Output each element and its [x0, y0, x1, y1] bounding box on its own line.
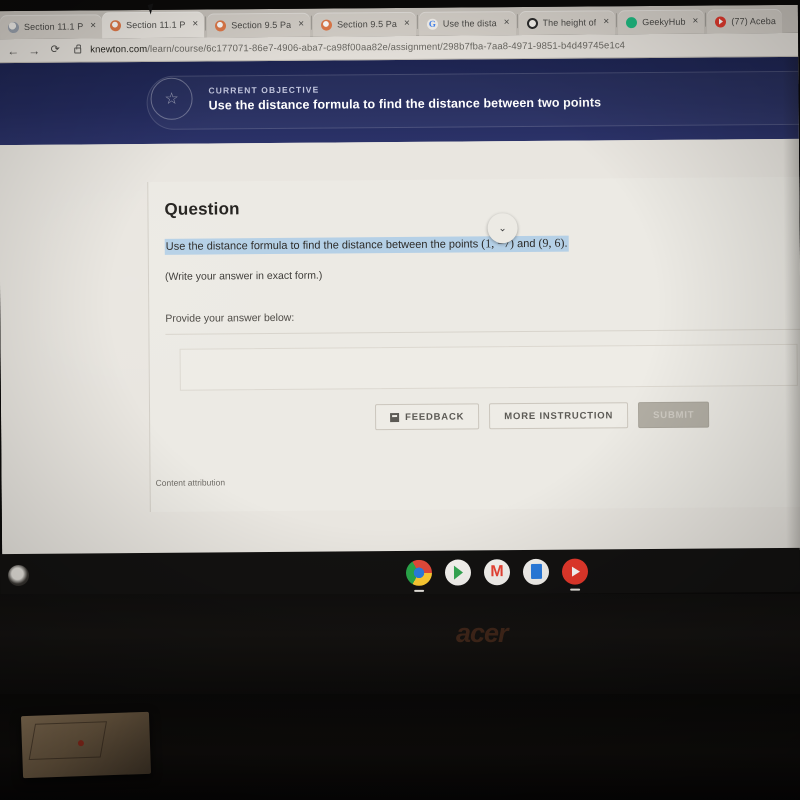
browser-tab-6[interactable]: The height of × [518, 10, 616, 36]
tab-close-icon[interactable]: × [192, 19, 198, 30]
tab-close-icon[interactable]: × [298, 19, 304, 30]
tab-label: The height of [542, 17, 597, 28]
feedback-button[interactable]: FEEDBACK [374, 403, 480, 431]
knewton-alt-favicon [215, 19, 227, 31]
browser-tab-5[interactable]: G Use the dista × [418, 11, 516, 36]
flag-icon [390, 412, 400, 422]
running-indicator [570, 588, 581, 591]
tab-close-icon[interactable]: × [692, 16, 698, 27]
desk-surface [0, 694, 800, 800]
brainly-favicon [526, 17, 538, 29]
tab-close-icon[interactable]: × [504, 17, 510, 28]
acer-brand-logo: acer [456, 618, 509, 648]
photo-of-laptop-screen: Section 11.1 P × Section 11.1 P × Sectio… [0, 0, 800, 800]
question-note: (Write your answer in exact form.) [164, 269, 323, 283]
tab-separator [205, 16, 207, 31]
browser-tab-1[interactable]: Section 11.1 P × [0, 14, 103, 40]
desk-object [20, 711, 152, 779]
tab-close-icon[interactable]: × [404, 18, 410, 29]
current-objective-banner: ☆ CURRENT OBJECTIVE Use the distance for… [0, 56, 800, 146]
objective-content: ☆ CURRENT OBJECTIVE Use the distance for… [150, 74, 601, 120]
star-in-circle-icon: ☆ [150, 77, 193, 120]
chevron-down-icon[interactable]: ⌄ [487, 213, 518, 244]
tab-separator [516, 14, 518, 29]
tab-label: Section 9.5 Pa [337, 19, 398, 30]
submit-button[interactable]: SUBMIT [638, 401, 710, 429]
answer-input[interactable] [179, 343, 798, 391]
laptop-bezel: acer [0, 594, 800, 694]
chrome-browser-window: Section 11.1 P × Section 11.1 P × Sectio… [0, 4, 800, 557]
tab-label: GeekyHub [642, 16, 686, 28]
google-favicon: G [426, 18, 438, 30]
gmail-icon[interactable]: M [483, 559, 511, 586]
desk-object-marking [77, 740, 85, 747]
url-host: knewton.com [90, 43, 148, 56]
question-text: Use the distance formula to find the dis… [164, 232, 800, 256]
browser-tab-3[interactable]: Section 9.5 Pa × [207, 12, 311, 38]
knewton-favicon [7, 21, 20, 33]
launcher-circle-icon[interactable] [7, 564, 30, 587]
tab-close-icon[interactable]: × [90, 20, 96, 31]
browser-tab-2-active[interactable]: Section 11.1 P × [102, 11, 205, 39]
geekyhub-favicon [626, 16, 638, 28]
feedback-button-label: FEEDBACK [405, 410, 465, 423]
tab-label: (77) Aceba [731, 16, 776, 27]
browser-tab-7[interactable]: GeekyHub × [618, 9, 705, 35]
address-bar[interactable]: knewton.com/learn/course/6c177071-86e7-4… [90, 40, 625, 55]
google-docs-icon[interactable] [522, 558, 550, 586]
browser-tab-4[interactable]: Section 9.5 Pa × [312, 11, 416, 37]
tab-label: Use the dista [442, 18, 497, 29]
content-attribution[interactable]: Content attribution [156, 477, 226, 488]
question-conjunction: and [513, 237, 539, 251]
question-period: . [564, 237, 568, 250]
tab-separator [705, 12, 707, 27]
answer-label: Provide your answer below: [165, 311, 295, 325]
tab-label: Section 9.5 Pa [231, 19, 292, 31]
content-area: Question Use the distance formula to fin… [0, 138, 800, 557]
objective-title: Use the distance formula to find the dis… [208, 94, 602, 112]
running-indicator [414, 589, 425, 592]
play-store-icon[interactable] [444, 559, 472, 586]
tab-label: Section 11.1 P [23, 21, 84, 32]
forward-button[interactable]: → [28, 43, 40, 57]
tab-separator [416, 14, 418, 29]
tab-separator [616, 13, 618, 28]
answer-divider [165, 328, 800, 335]
url-path: /learn/course/6c177071-86e7-4906-aba7-ca… [147, 40, 626, 55]
tab-label: Section 11.1 P [126, 19, 186, 31]
objective-kicker: CURRENT OBJECTIVE [208, 84, 320, 95]
youtube-favicon [715, 15, 727, 28]
page-viewport: ☆ CURRENT OBJECTIVE Use the distance for… [0, 56, 800, 557]
chrome-icon[interactable] [405, 559, 433, 592]
question-prompt-prefix: Use the distance formula to find the dis… [165, 238, 482, 253]
reload-button[interactable]: ⟳ [49, 44, 61, 56]
lock-icon [74, 46, 82, 54]
tab-close-icon[interactable]: × [603, 16, 609, 27]
chromeos-shelf: M [0, 547, 800, 599]
back-button[interactable]: ← [7, 43, 19, 57]
point-b: (9, 6) [538, 235, 565, 250]
action-button-row: FEEDBACK MORE INSTRUCTION SUBMIT [374, 401, 710, 431]
knewton-alt-favicon [110, 19, 122, 31]
shelf-app-list: M [405, 558, 589, 592]
youtube-icon[interactable] [561, 558, 589, 591]
tab-separator [310, 15, 313, 30]
page-title: Question [164, 199, 240, 219]
browser-tab-8[interactable]: (77) Aceba [707, 8, 782, 34]
more-instruction-button[interactable]: MORE INSTRUCTION [489, 402, 629, 430]
more-instruction-label: MORE INSTRUCTION [504, 409, 614, 422]
knewton-alt-favicon [321, 19, 333, 31]
question-card: Question Use the distance formula to fin… [147, 176, 800, 512]
submit-button-label: SUBMIT [653, 409, 695, 421]
